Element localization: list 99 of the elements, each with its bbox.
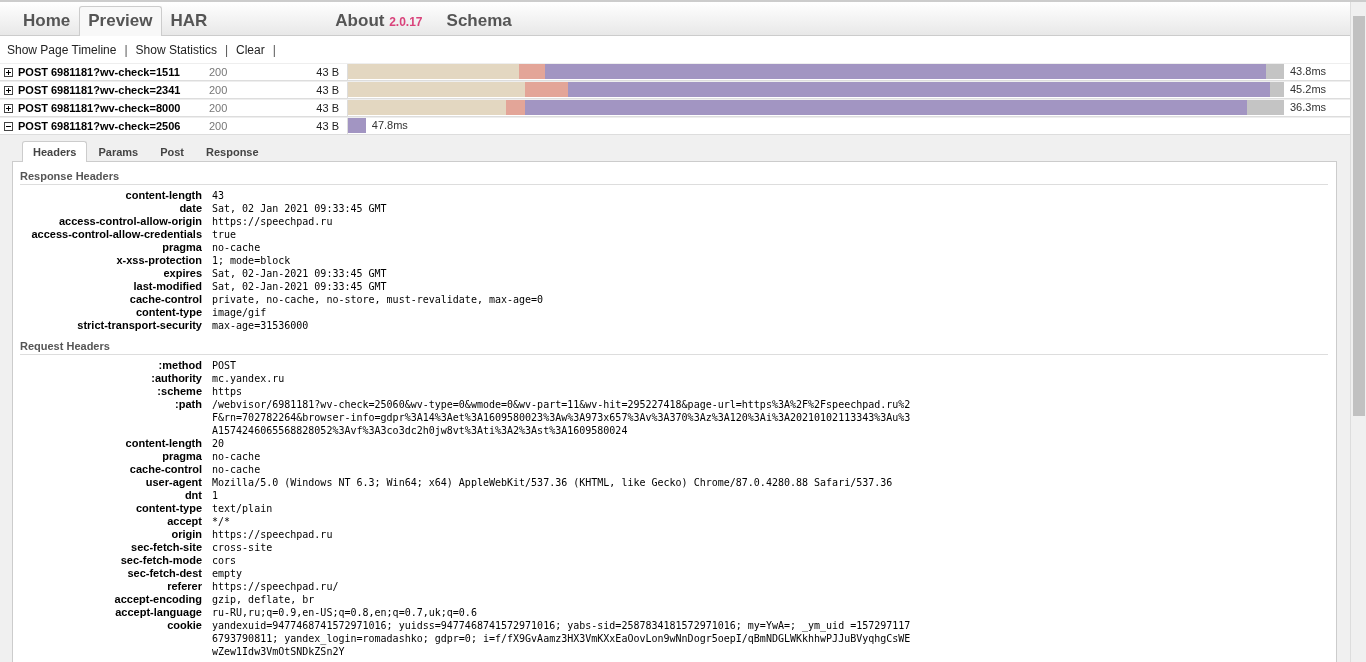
expand-icon[interactable]: [4, 85, 13, 95]
expand-icon[interactable]: [4, 67, 13, 77]
header-value: image/gif: [212, 306, 268, 319]
duration: 45.2ms: [1290, 83, 1327, 95]
nav-tab[interactable]: HAR: [161, 6, 217, 36]
header-name: accept-language: [114, 606, 202, 619]
request-url[interactable]: POST 6981181?wv-check=8000: [18, 102, 207, 114]
header-name: referer: [166, 580, 202, 593]
header-name: accept: [166, 515, 202, 528]
nav-tab[interactable]: Home: [14, 6, 80, 36]
header-name: origin: [170, 528, 202, 541]
header-value: https://speechpad.ru: [212, 215, 334, 228]
response-size: 43 B: [315, 102, 339, 114]
toolbar-link[interactable]: Clear: [236, 43, 265, 57]
header-value: no-cache: [212, 241, 262, 254]
header-value: 20: [212, 437, 226, 450]
separator: |: [272, 43, 276, 57]
header-value: text/plain: [212, 502, 274, 515]
header-name: dnt: [183, 489, 202, 502]
collapse-icon[interactable]: [4, 121, 13, 131]
header-name: :path: [174, 398, 202, 412]
header-name: pragma: [161, 450, 202, 463]
header-value: yandexuid=9477468741572971016; yuidss=9477468741572971016; yabs-sid=2587834181572971016; my=YwA=; _ym_uid =1572971176793790811; yandex_login=romadashko; gdpr=0; i=f/fX9GvAamz3HX3VmKXxEaOovLon9wNnDogr5oepI/qBmNDGLWKkhhwPJJuBVyqhgCsWEwZew1Idw3VmOtSNDkZSn2Y: [212, 619, 911, 658]
header-value: */*: [212, 515, 232, 528]
header-name: content-length: [124, 189, 202, 202]
header-name: sec-fetch-mode: [119, 554, 202, 567]
header-name: pragma: [161, 241, 202, 254]
scrollbar-thumb[interactable]: [1352, 16, 1365, 416]
header-value: true: [212, 228, 238, 241]
response-size: 43 B: [315, 120, 339, 132]
status-code: 200: [208, 84, 229, 96]
separator: |: [124, 43, 128, 57]
detail-tab[interactable]: Headers: [22, 141, 88, 162]
section-title: Request Headers: [20, 338, 1328, 355]
header-value: 43: [212, 189, 226, 202]
request-url[interactable]: POST 6981181?wv-check=1511: [18, 66, 207, 78]
header-name: date: [178, 202, 202, 215]
duration: 47.8ms: [371, 119, 408, 131]
request-url[interactable]: POST 6981181?wv-check=2506: [18, 120, 207, 132]
response-size: 43 B: [315, 66, 339, 78]
header-value: ru-RU,ru;q=0.9,en-US;q=0.8,en;q=0.7,uk;q=0.6: [212, 606, 478, 619]
header-value: Sat, 02-Jan-2021 09:33:45 GMT: [212, 280, 388, 293]
separator: |: [224, 43, 229, 57]
header-value: max-age=31536000: [212, 319, 310, 332]
response-size: 43 B: [315, 84, 339, 96]
header-value: Sat, 02 Jan 2021 09:33:45 GMT: [212, 202, 388, 215]
header-value: https://speechpad.ru: [212, 528, 334, 541]
header-name: last-modified: [132, 280, 202, 293]
detail-tab[interactable]: Post: [149, 141, 196, 162]
header-value: no-cache: [212, 450, 262, 463]
status-code: 200: [208, 66, 229, 78]
header-name: :scheme: [156, 385, 202, 398]
duration: 43.8ms: [1290, 65, 1327, 77]
header-value: no-cache: [212, 463, 262, 476]
header-name: sec-fetch-dest: [126, 567, 202, 580]
header-value: /webvisor/6981181?wv-check=25060&wv-type=0&wmode=0&wv-part=11&wv-hit=295227418&page-url=https%3A%2F%2Fspeechpad.ru%2F&rn=702782264&browser-info=gdpr%3A14%3Aet%3A1609580023%3Aw%3A973x657%3Av%3A370%3Az%3A120%3Ai%3A20210102113343%3Au%3A1574246065568828052%3Avf%3A3co3dc2h0jw8vt%3Ati%3A2%3Ast%3A1609580024: [212, 398, 911, 437]
nav-tab[interactable]: Schema: [437, 6, 521, 36]
header-name: content-type: [135, 306, 202, 319]
detail-tab[interactable]: Response: [195, 141, 270, 162]
header-name: content-type: [135, 502, 202, 515]
scrollbar[interactable]: [1350, 2, 1366, 662]
header-value: Mozilla/5.0 (Windows NT 6.3; Win64; x64) AppleWebKit/537.36 (KHTML, like Gecko) Chrome/87.0.4280.88 Safari/537.36: [212, 476, 894, 489]
header-value: https://speechpad.ru/: [212, 580, 340, 593]
header-name: x-xss-protection: [115, 254, 202, 267]
header-name: :method: [157, 359, 202, 372]
header-value: mc.yandex.ru: [212, 372, 286, 385]
header-name: content-length: [124, 437, 202, 450]
header-name: cache-control: [128, 463, 202, 476]
nav-tab[interactable]: About 2.0.17: [326, 6, 432, 36]
header-name: cache-control: [128, 293, 202, 306]
toolbar-link[interactable]: Show Page Timeline: [7, 43, 117, 57]
header-name: access-control-allow-origin: [57, 215, 202, 228]
header-value: 1: [212, 489, 220, 502]
header-value: cors: [212, 554, 238, 567]
header-name: accept-encoding: [113, 593, 202, 606]
request-url[interactable]: POST 6981181?wv-check=2341: [18, 84, 207, 96]
header-name: :authority: [150, 372, 202, 385]
header-name: sec-fetch-site: [130, 541, 202, 554]
header-name: cookie: [166, 619, 202, 633]
status-code: 200: [208, 120, 229, 132]
status-code: 200: [208, 102, 229, 114]
header-name: access-control-allow-credentials: [30, 228, 202, 241]
toolbar-link[interactable]: Show Statistics: [135, 43, 217, 57]
header-name: expires: [162, 267, 202, 280]
header-value: https: [212, 385, 244, 398]
detail-tab[interactable]: Params: [87, 141, 150, 162]
header-name: user-agent: [144, 476, 202, 489]
header-value: POST: [212, 359, 238, 372]
header-value: private, no-cache, no-store, must-revalidate, max-age=0: [212, 293, 545, 306]
header-value: gzip, deflate, br: [212, 593, 316, 606]
header-name: strict-transport-security: [76, 319, 202, 332]
duration: 36.3ms: [1290, 101, 1327, 113]
header-value: empty: [212, 567, 244, 580]
nav-tab[interactable]: Preview: [79, 6, 162, 36]
section-title: Response Headers: [20, 168, 1328, 185]
header-value: cross-site: [212, 541, 274, 554]
header-value: 1; mode=block: [212, 254, 292, 267]
header-value: Sat, 02-Jan-2021 09:33:45 GMT: [212, 267, 388, 280]
expand-icon[interactable]: [4, 103, 13, 113]
